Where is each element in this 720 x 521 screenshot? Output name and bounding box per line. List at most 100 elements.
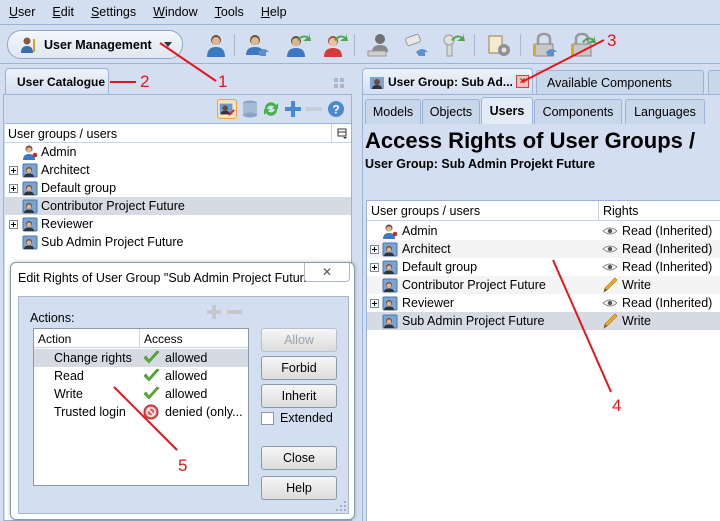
subtab-models[interactable]: Models xyxy=(365,99,421,124)
user-group-icon xyxy=(22,235,38,250)
action-row[interactable]: Change rights allowed xyxy=(34,349,248,367)
table-row[interactable]: Sub Admin Project Future Write xyxy=(367,312,720,330)
column-header-access[interactable]: Access xyxy=(144,332,183,346)
close-tab-icon[interactable]: × xyxy=(516,75,529,88)
check-icon xyxy=(143,368,160,382)
pencil-icon xyxy=(603,277,618,293)
extended-checkbox-row[interactable]: Extended xyxy=(261,410,333,426)
row-right: Read (Inherited) xyxy=(622,260,713,274)
dialog-close-button[interactable]: ✕ xyxy=(304,263,350,282)
user-group-icon xyxy=(382,260,398,275)
tab-user-group-sub-admin[interactable]: User Group: Sub Ad... × xyxy=(362,68,533,94)
expand-icon[interactable] xyxy=(370,245,379,254)
tab-overflow[interactable] xyxy=(708,70,720,94)
row-label: Sub Admin Project Future xyxy=(402,314,545,328)
catalogue-toolbar: ? xyxy=(4,95,351,122)
subtab-objects[interactable]: Objects xyxy=(422,99,480,124)
tree-item[interactable]: Contributor Project Future xyxy=(5,197,351,215)
close-button[interactable]: Close xyxy=(261,446,337,470)
add-action-icon[interactable] xyxy=(207,305,221,319)
user-group-icon xyxy=(382,314,398,329)
column-divider[interactable] xyxy=(139,329,140,348)
table-row[interactable]: Default group Read (Inherited) xyxy=(367,258,720,276)
column-config-icon[interactable] xyxy=(331,124,351,143)
database-icon[interactable] xyxy=(240,99,260,119)
access-rights-table: User groups / users Rights Admin Read (In… xyxy=(366,200,720,521)
tab-available-components[interactable]: Available Components xyxy=(536,70,704,94)
table-row[interactable]: Contributor Project Future Write xyxy=(367,276,720,294)
tab-label: User Group: Sub Ad... xyxy=(388,75,513,89)
help-button[interactable]: Help xyxy=(261,476,337,500)
maximize-grid-icon[interactable] xyxy=(334,78,344,88)
subtab-users[interactable]: Users xyxy=(481,97,533,125)
tree-item[interactable]: Default group xyxy=(5,179,351,197)
menu-settings[interactable]: Settings xyxy=(91,5,136,19)
edit-rights-dialog: Edit Rights of User Group "Sub Admin Pro… xyxy=(10,262,355,520)
menu-user[interactable]: User xyxy=(9,5,35,19)
subtab-components[interactable]: Components xyxy=(534,99,622,124)
user-group-icon xyxy=(22,199,38,214)
tree-item[interactable]: Sub Admin Project Future xyxy=(5,233,351,251)
action-row[interactable]: Write allowed xyxy=(34,385,248,403)
add-icon[interactable] xyxy=(283,99,303,119)
tree-item-label: Default group xyxy=(41,181,117,195)
refresh-icon[interactable] xyxy=(261,99,281,119)
subtab-languages[interactable]: Languages xyxy=(625,99,705,124)
table-row[interactable]: Admin Read (Inherited) xyxy=(367,222,720,240)
eye-icon xyxy=(602,263,618,271)
tree-item[interactable]: Admin xyxy=(5,143,351,161)
import-lock-icon[interactable] xyxy=(532,32,558,58)
action-row[interactable]: Read allowed xyxy=(34,367,248,385)
edit-rights-icon[interactable] xyxy=(217,99,237,119)
extended-checkbox[interactable] xyxy=(261,411,274,425)
table-row[interactable]: Reviewer Read (Inherited) xyxy=(367,294,720,312)
mode-selector[interactable]: User Management xyxy=(7,30,183,59)
tab-user-catalogue[interactable]: User Catalogue xyxy=(5,68,109,94)
expand-icon[interactable] xyxy=(9,166,18,175)
page-title: Access Rights of User Groups / xyxy=(365,128,696,153)
actions-table: Action Access Change rights allowed Read al… xyxy=(33,328,249,486)
forbid-button[interactable]: Forbid xyxy=(261,356,337,380)
menu-help[interactable]: Help xyxy=(261,5,287,19)
new-user-icon[interactable] xyxy=(203,32,229,58)
column-header-action[interactable]: Action xyxy=(38,332,71,346)
tree-item[interactable]: Reviewer xyxy=(5,215,351,233)
column-header-rights[interactable]: Rights xyxy=(603,204,638,218)
action-name: Read xyxy=(54,369,84,383)
revert-key-icon[interactable] xyxy=(441,32,467,58)
menu-window[interactable]: Window xyxy=(153,5,197,19)
remove-action-icon[interactable] xyxy=(227,310,242,314)
menu-edit[interactable]: Edit xyxy=(52,5,74,19)
actions-table-header: Action Access xyxy=(34,329,248,348)
annotation-label-4: 4 xyxy=(612,396,622,415)
remove-icon[interactable] xyxy=(304,99,324,119)
svg-text:?: ? xyxy=(332,103,339,117)
expand-icon[interactable] xyxy=(9,184,18,193)
import-key-icon[interactable] xyxy=(404,32,430,58)
reset-user-icon[interactable] xyxy=(285,32,311,58)
user-key-icon[interactable] xyxy=(366,32,392,58)
import-user-icon[interactable] xyxy=(244,32,270,58)
revert-lock-icon[interactable] xyxy=(570,32,596,58)
help-icon[interactable]: ? xyxy=(326,99,346,119)
expand-icon[interactable] xyxy=(9,220,18,229)
revert-user-icon[interactable] xyxy=(322,32,348,58)
tree-column-header[interactable]: User groups / users xyxy=(5,123,351,143)
inherit-button[interactable]: Inherit xyxy=(261,384,337,408)
toolbar-separator xyxy=(354,34,355,56)
tree-item[interactable]: Architect xyxy=(5,161,351,179)
expand-icon[interactable] xyxy=(370,263,379,272)
config-settings-icon[interactable] xyxy=(486,32,512,58)
allow-button[interactable]: Allow xyxy=(261,328,337,352)
dialog-title: Edit Rights of User Group "Sub Admin Pro… xyxy=(18,271,314,285)
row-right: Read (Inherited) xyxy=(622,224,713,238)
column-header-users[interactable]: User groups / users xyxy=(371,204,480,218)
menu-tools[interactable]: Tools xyxy=(215,5,244,19)
chevron-down-icon[interactable] xyxy=(164,42,172,47)
action-row[interactable]: Trusted login denied (only... xyxy=(34,403,248,421)
resize-grip-icon[interactable] xyxy=(336,501,346,511)
table-header: User groups / users Rights xyxy=(367,201,720,221)
column-divider[interactable] xyxy=(598,201,599,221)
expand-icon[interactable] xyxy=(370,299,379,308)
table-row[interactable]: Architect Read (Inherited) xyxy=(367,240,720,258)
